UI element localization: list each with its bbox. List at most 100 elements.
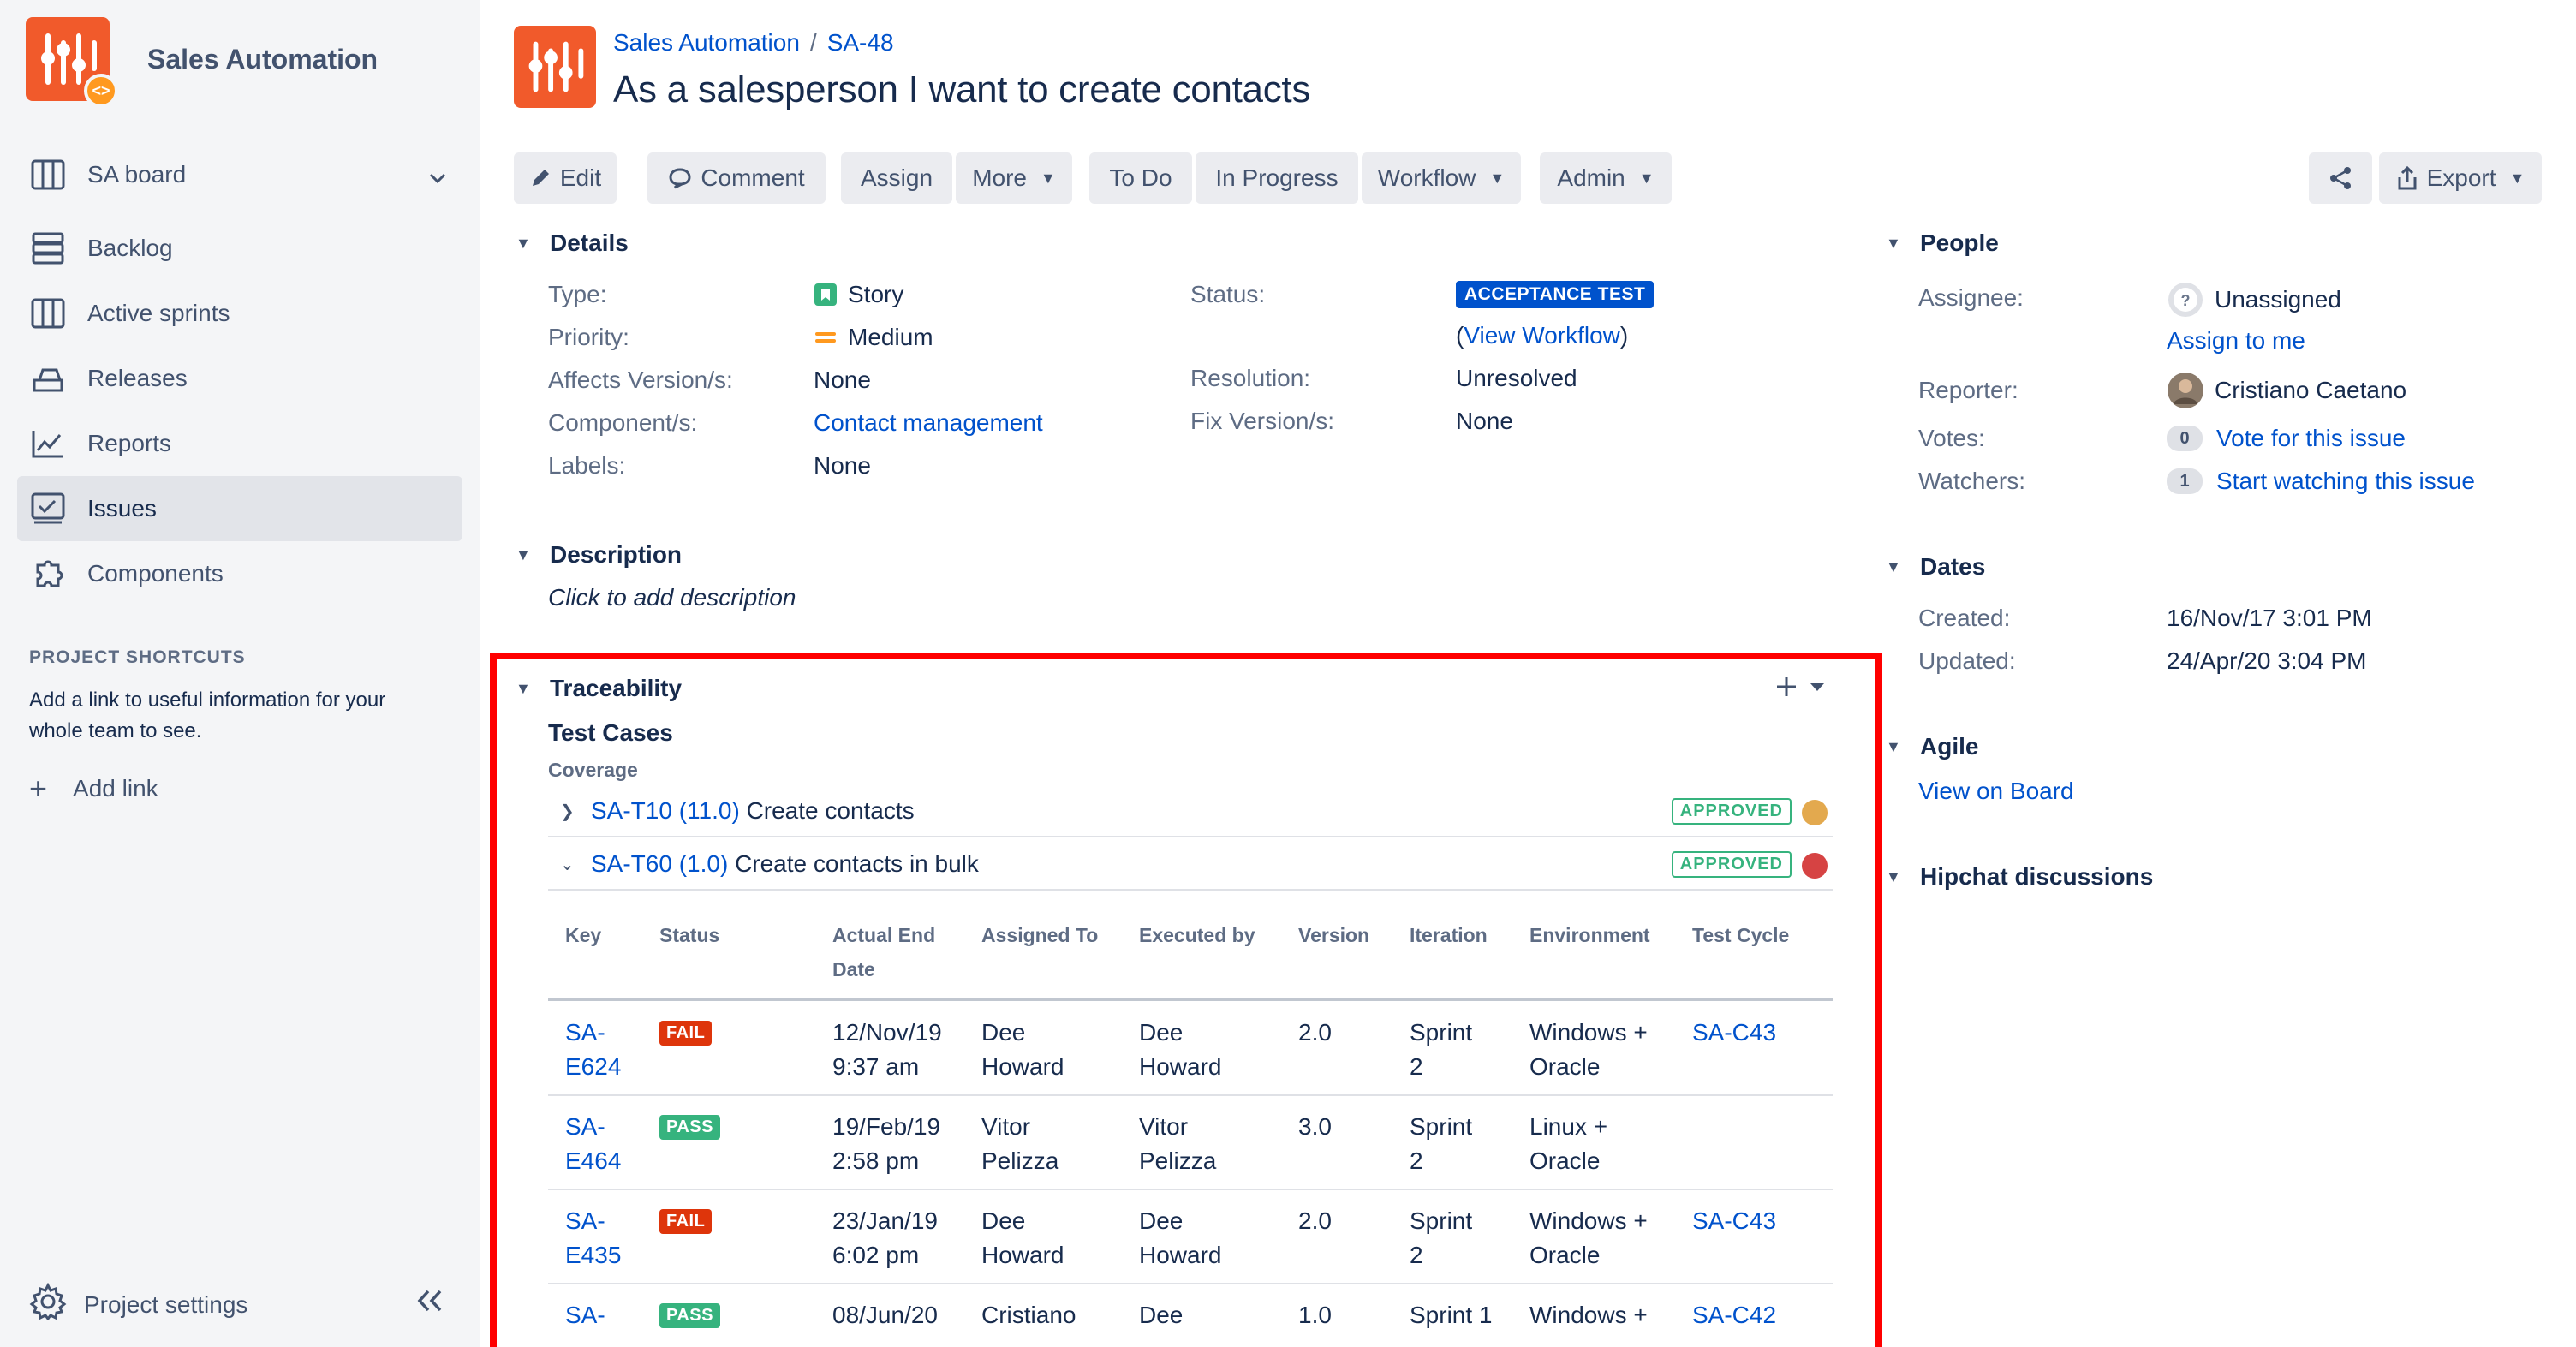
comment-button[interactable]: Comment <box>647 152 826 204</box>
type-value[interactable]: Story <box>814 281 903 308</box>
component-link[interactable]: Contact management <box>814 409 1043 437</box>
created-label: Created: <box>1918 605 2011 631</box>
breadcrumb-project-link[interactable]: Sales Automation <box>613 29 800 57</box>
actual-end-date: 12/Nov/19 9:37 am <box>832 1019 942 1080</box>
chevron-down-icon: ▼ <box>1886 234 1901 252</box>
page-title[interactable]: As a salesperson I want to create contac… <box>613 69 1310 111</box>
assigned-to: Cristiano <box>981 1302 1076 1328</box>
issue-project-avatar[interactable] <box>514 26 596 108</box>
fix-version-value[interactable]: None <box>1456 408 1513 435</box>
description-section-toggle[interactable]: ▼ Description <box>516 541 682 569</box>
status-badge[interactable]: ACCEPTANCE TEST <box>1456 281 1655 308</box>
chevron-down-icon: ▼ <box>516 545 531 563</box>
coverage-status-dot <box>1802 800 1828 825</box>
column-header-executed-by: Executed by <box>1139 924 1255 946</box>
executed-by: Dee Howard <box>1139 1019 1222 1080</box>
updated-value: 24/Apr/20 3:04 PM <box>2167 647 2367 674</box>
story-icon <box>814 283 837 306</box>
column-header-environment: Environment <box>1530 924 1650 946</box>
column-header-key: Key <box>565 924 602 946</box>
execution-key-link[interactable]: SA- E624 <box>565 1016 621 1084</box>
todo-button[interactable]: To Do <box>1089 152 1192 204</box>
add-traceability-button[interactable] <box>1774 675 1826 699</box>
components-label: Component/s: <box>548 409 698 436</box>
affects-version-value[interactable]: None <box>814 367 871 394</box>
type-text: Story <box>848 281 904 307</box>
workflow-dropdown[interactable]: Workflow ▼ <box>1362 152 1521 204</box>
test-case-key-link[interactable]: SA-T10 (11.0) <box>591 797 740 825</box>
test-case-key-link[interactable]: SA-T60 (1.0) <box>591 850 728 878</box>
test-case-row[interactable]: ❯ SA-T10 (11.0) Create contacts APPROVED <box>548 786 1833 837</box>
test-cycle-link[interactable]: SA-C43 <box>1692 1016 1776 1050</box>
chevron-down-icon: ▼ <box>1886 557 1901 575</box>
test-cycle-link[interactable]: SA-C43 <box>1692 1204 1776 1238</box>
fix-version-label: Fix Version/s: <box>1190 408 1335 434</box>
dates-section-toggle[interactable]: ▼ Dates <box>1886 553 1985 581</box>
test-cycle-link[interactable]: SA-C42 <box>1692 1298 1776 1332</box>
type-label: Type: <box>548 281 607 307</box>
votes-value: 0 Vote for this issue <box>2167 425 2406 452</box>
execution-key-link[interactable]: SA- E464 <box>565 1110 621 1178</box>
description-placeholder[interactable]: Click to add description <box>548 584 796 611</box>
view-on-board-link[interactable]: View on Board <box>1918 778 2074 805</box>
column-header-test-cycle: Test Cycle <box>1692 924 1790 946</box>
test-case-row[interactable]: ⌄ SA-T60 (1.0) Create contacts in bulk A… <box>548 839 1833 891</box>
comment-label: Comment <box>701 164 805 191</box>
sidebar: <> Sales Automation SA board Backlog Act… <box>0 0 480 1347</box>
labels-value[interactable]: None <box>814 452 871 480</box>
collapse-sidebar-button[interactable] <box>414 1288 445 1320</box>
reporter-value[interactable]: Cristiano Caetano <box>2167 372 2406 409</box>
status-badge: FAIL <box>659 1209 713 1234</box>
environment: Windows + <box>1530 1302 1648 1328</box>
coverage-status-dot <box>1802 853 1828 879</box>
caret-down-icon <box>1810 683 1824 691</box>
view-workflow-link[interactable]: View Workflow <box>1464 322 1620 349</box>
people-heading: People <box>1920 229 1999 256</box>
priority-text: Medium <box>848 324 933 350</box>
watchers-label: Watchers: <box>1918 468 2025 494</box>
traceability-section-toggle[interactable]: ▼ Traceability <box>516 675 682 702</box>
edit-button[interactable]: Edit <box>514 152 617 204</box>
chevron-down-icon: ▼ <box>1638 169 1655 187</box>
sidebar-item-sa-board[interactable]: SA board <box>17 142 462 207</box>
more-dropdown[interactable]: More ▼ <box>956 152 1072 204</box>
sidebar-item-issues[interactable]: Issues <box>17 476 462 541</box>
assigned-to: Dee Howard <box>981 1207 1064 1268</box>
todo-label: To Do <box>1109 164 1172 191</box>
add-link-button[interactable]: + Add link <box>29 771 158 807</box>
priority-value[interactable]: Medium <box>814 324 933 351</box>
execution-key-link[interactable]: SA- <box>565 1298 605 1332</box>
watch-link[interactable]: Start watching this issue <box>2216 468 2475 495</box>
assign-button[interactable]: Assign <box>841 152 952 204</box>
sidebar-item-releases[interactable]: Releases <box>17 346 462 411</box>
assignee-value[interactable]: ? Unassigned <box>2167 281 2341 319</box>
sidebar-item-components[interactable]: Components <box>17 541 462 606</box>
details-section-toggle[interactable]: ▼ Details <box>516 229 629 257</box>
svg-text:?: ? <box>2181 292 2191 309</box>
test-case-name: Create contacts in bulk <box>735 850 979 877</box>
chevron-down-icon: ▼ <box>2509 169 2525 187</box>
people-section-toggle[interactable]: ▼ People <box>1886 229 1999 257</box>
priority-label: Priority: <box>548 324 629 350</box>
sidebar-item-backlog[interactable]: Backlog <box>17 216 462 281</box>
assign-to-me-link[interactable]: Assign to me <box>2167 327 2305 355</box>
approved-badge: APPROVED <box>1671 798 1792 825</box>
admin-dropdown[interactable]: Admin ▼ <box>1540 152 1672 204</box>
breadcrumb-issue-key[interactable]: SA-48 <box>827 29 894 57</box>
traceability-heading: Traceability <box>550 675 683 701</box>
vote-link[interactable]: Vote for this issue <box>2216 425 2406 452</box>
votes-label: Votes: <box>1918 425 1985 451</box>
sidebar-item-reports[interactable]: Reports <box>17 411 462 476</box>
sidebar-item-active-sprints[interactable]: Active sprints <box>17 281 462 346</box>
agile-section-toggle[interactable]: ▼ Agile <box>1886 733 1978 760</box>
in-progress-button[interactable]: In Progress <box>1196 152 1358 204</box>
agile-heading: Agile <box>1920 733 1979 760</box>
project-settings-link[interactable]: Project settings <box>29 1282 247 1326</box>
share-button[interactable] <box>2309 152 2372 204</box>
execution-key-link[interactable]: SA- E435 <box>565 1204 621 1272</box>
hipchat-section-toggle[interactable]: ▼ Hipchat discussions <box>1886 863 2153 891</box>
sidebar-item-label: Active sprints <box>87 300 230 326</box>
export-dropdown[interactable]: Export ▼ <box>2379 152 2542 204</box>
sidebar-item-label: SA board <box>87 161 187 188</box>
project-header[interactable]: <> Sales Automation <box>26 17 378 108</box>
